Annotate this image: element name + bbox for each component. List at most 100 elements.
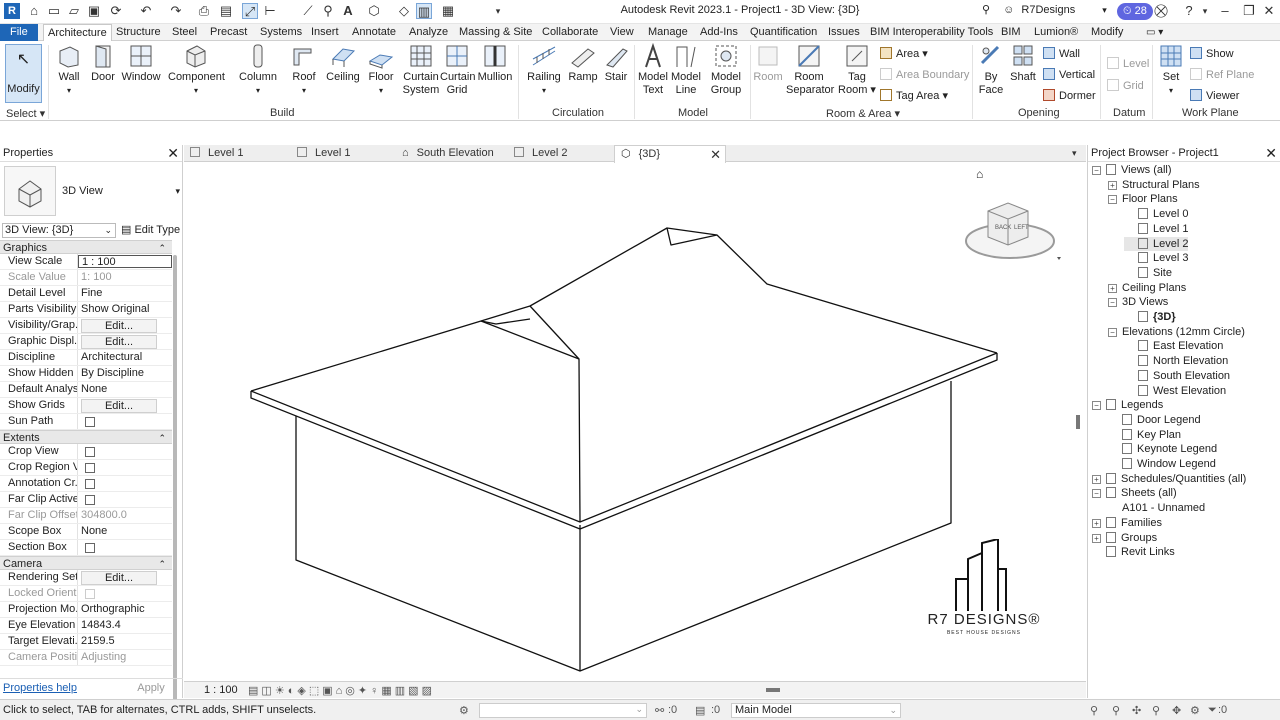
tab-file[interactable]: File	[0, 24, 38, 41]
property-checkbox[interactable]	[85, 543, 95, 553]
property-value[interactable]	[78, 492, 172, 507]
tab-modify[interactable]: Modify	[1087, 24, 1127, 41]
user-name[interactable]: R7Designs	[1021, 4, 1075, 16]
property-value[interactable]: 14843.4	[78, 618, 172, 633]
tab-insert[interactable]: Insert	[307, 24, 343, 41]
highlight-icon[interactable]: ▧	[408, 685, 421, 697]
property-value[interactable]	[78, 476, 172, 491]
canvas-horizontal-scrollbar[interactable]	[766, 688, 780, 692]
select-links-icon[interactable]: ⚲	[1090, 704, 1098, 717]
undo-icon[interactable]: ↶	[138, 3, 154, 19]
browser-node[interactable]: Level 1	[1124, 222, 1188, 236]
render-icon[interactable]: ◈	[297, 685, 308, 697]
tab-bim-interoperability[interactable]: BIM Interoperability Tools	[866, 24, 997, 41]
minimize-icon[interactable]: –	[1216, 3, 1234, 19]
home-icon[interactable]: ⌂	[26, 3, 42, 19]
edit-button[interactable]: Edit...	[81, 399, 157, 413]
view-tab-south-elevation[interactable]: ⌂ South Elevation	[402, 145, 494, 162]
property-value[interactable]: None	[78, 524, 172, 539]
browser-node[interactable]: Window Legend	[1108, 457, 1216, 471]
apply-button[interactable]: Apply	[123, 681, 179, 696]
expand-icon[interactable]: +	[1108, 180, 1117, 190]
show-work-plane-button[interactable]: Show	[1190, 47, 1234, 61]
browser-node[interactable]: Keynote Legend	[1108, 442, 1217, 456]
switch-windows-icon[interactable]: ▦	[440, 3, 456, 19]
visual-style-icon[interactable]: ◫	[261, 685, 274, 697]
unlock-3d-icon[interactable]: ⌂	[336, 685, 346, 697]
browser-node[interactable]: + Schedules/Quantities (all)	[1092, 472, 1246, 486]
properties-scrollbar[interactable]	[173, 255, 177, 705]
expand-icon[interactable]: +	[1092, 533, 1101, 543]
tab-annotate[interactable]: Annotate	[348, 24, 400, 41]
curtain-system-button[interactable]: Curtain System	[402, 43, 440, 97]
browser-node[interactable]: Level 0	[1124, 207, 1188, 221]
browser-node[interactable]: + Groups	[1092, 531, 1157, 545]
measure-icon[interactable]: ⊢	[262, 3, 278, 19]
viewcube[interactable]: BACK LEFT	[964, 199, 1064, 269]
browser-node[interactable]: East Elevation	[1124, 339, 1223, 353]
tab-quantification[interactable]: Quantification	[746, 24, 821, 41]
view-tabs-menu-icon[interactable]: ▾	[1072, 145, 1077, 162]
properties-section-header[interactable]: Camera ⌃	[0, 556, 172, 570]
save-icon[interactable]: ▣	[86, 3, 102, 19]
printer-icon[interactable]: ▤	[218, 3, 234, 19]
tab-structure[interactable]: Structure	[112, 24, 165, 41]
constraints-icon[interactable]: ▨	[422, 685, 435, 697]
properties-section-header[interactable]: Graphics ⌃	[0, 240, 172, 254]
type-selector[interactable]: 3D View ▾	[0, 162, 183, 222]
background-processes-icon[interactable]: ⚙	[1190, 704, 1200, 717]
collapse-icon[interactable]: −	[1092, 489, 1101, 499]
browser-node[interactable]: Site	[1124, 266, 1172, 280]
browser-node[interactable]: West Elevation	[1124, 384, 1226, 398]
properties-section-header[interactable]: Extents ⌃	[0, 430, 172, 444]
customize-qat-icon[interactable]: ▾	[490, 3, 506, 19]
ceiling-button[interactable]: Ceiling	[325, 43, 361, 84]
edit-button[interactable]: Edit...	[81, 319, 157, 333]
editing-requests-icon[interactable]: ⚯	[655, 704, 664, 717]
browser-node[interactable]: + Ceiling Plans	[1108, 281, 1186, 295]
collaborate-icon[interactable]: ⚲	[982, 4, 990, 16]
properties-close-icon[interactable]: ✕	[167, 145, 179, 161]
room-button[interactable]: Room	[752, 43, 784, 84]
floor-button[interactable]: Floor ▾	[366, 43, 396, 97]
viewer-button[interactable]: Viewer	[1190, 89, 1239, 103]
tab-add-ins[interactable]: Add-Ins	[696, 24, 742, 41]
browser-node[interactable]: − Floor Plans	[1108, 192, 1178, 206]
browser-node[interactable]: − Elevations (12mm Circle)	[1108, 325, 1245, 339]
text-icon[interactable]: A	[340, 3, 356, 19]
view-instance-select[interactable]: 3D View: {3D} ⌄	[2, 223, 116, 238]
property-value[interactable]: Architectural	[78, 350, 172, 365]
browser-node[interactable]: Level 3	[1124, 251, 1188, 265]
view-tab-3d[interactable]: ⬡ {3D} ✕	[614, 145, 726, 163]
property-value[interactable]: None	[78, 382, 172, 397]
viewcube-back-label[interactable]: BACK	[995, 225, 1011, 231]
view-tab-level-1-b[interactable]: Level 1	[297, 145, 350, 162]
thin-lines-icon[interactable]: ⤢	[242, 3, 258, 19]
tab-analyze[interactable]: Analyze	[405, 24, 452, 41]
browser-node[interactable]: Revit Links	[1092, 545, 1175, 559]
browser-node[interactable]: South Elevation	[1124, 369, 1230, 383]
property-value[interactable]: Edit...	[78, 570, 172, 585]
ribbon-options-icon[interactable]: ▭ ▾	[1142, 24, 1167, 41]
door-button[interactable]: Door	[90, 43, 116, 84]
view-tab-close-icon[interactable]: ✕	[710, 146, 721, 163]
model-group-button[interactable]: Model Group	[707, 43, 745, 97]
property-value[interactable]: Edit...	[78, 334, 172, 349]
select-underlay-icon[interactable]: ⚲	[1112, 704, 1120, 717]
expand-icon[interactable]: +	[1092, 518, 1101, 528]
browser-node[interactable]: North Elevation	[1124, 354, 1228, 368]
browser-node[interactable]: − Sheets (all)	[1092, 486, 1177, 500]
tab-systems[interactable]: Systems	[256, 24, 306, 41]
by-face-button[interactable]: By Face	[976, 43, 1006, 97]
view-control-icons[interactable]: ▤◫☀◐◈⬚▣⌂◎✦♀▦▥▧▨	[248, 684, 435, 697]
analytical-icon[interactable]: ▥	[395, 685, 408, 697]
property-checkbox[interactable]	[85, 479, 95, 489]
type-dropdown-icon[interactable]: ▾	[175, 186, 180, 197]
model-select[interactable]: Main Model ⌄	[731, 703, 901, 718]
tab-bim[interactable]: BIM	[997, 24, 1025, 41]
property-value[interactable]: Show Original	[78, 302, 172, 317]
collapse-icon[interactable]: −	[1108, 327, 1117, 337]
model-text-button[interactable]: Model Text	[637, 43, 669, 97]
modify-button[interactable]: ↖ Modify	[5, 44, 42, 103]
dormer-button[interactable]: Dormer	[1043, 89, 1096, 103]
